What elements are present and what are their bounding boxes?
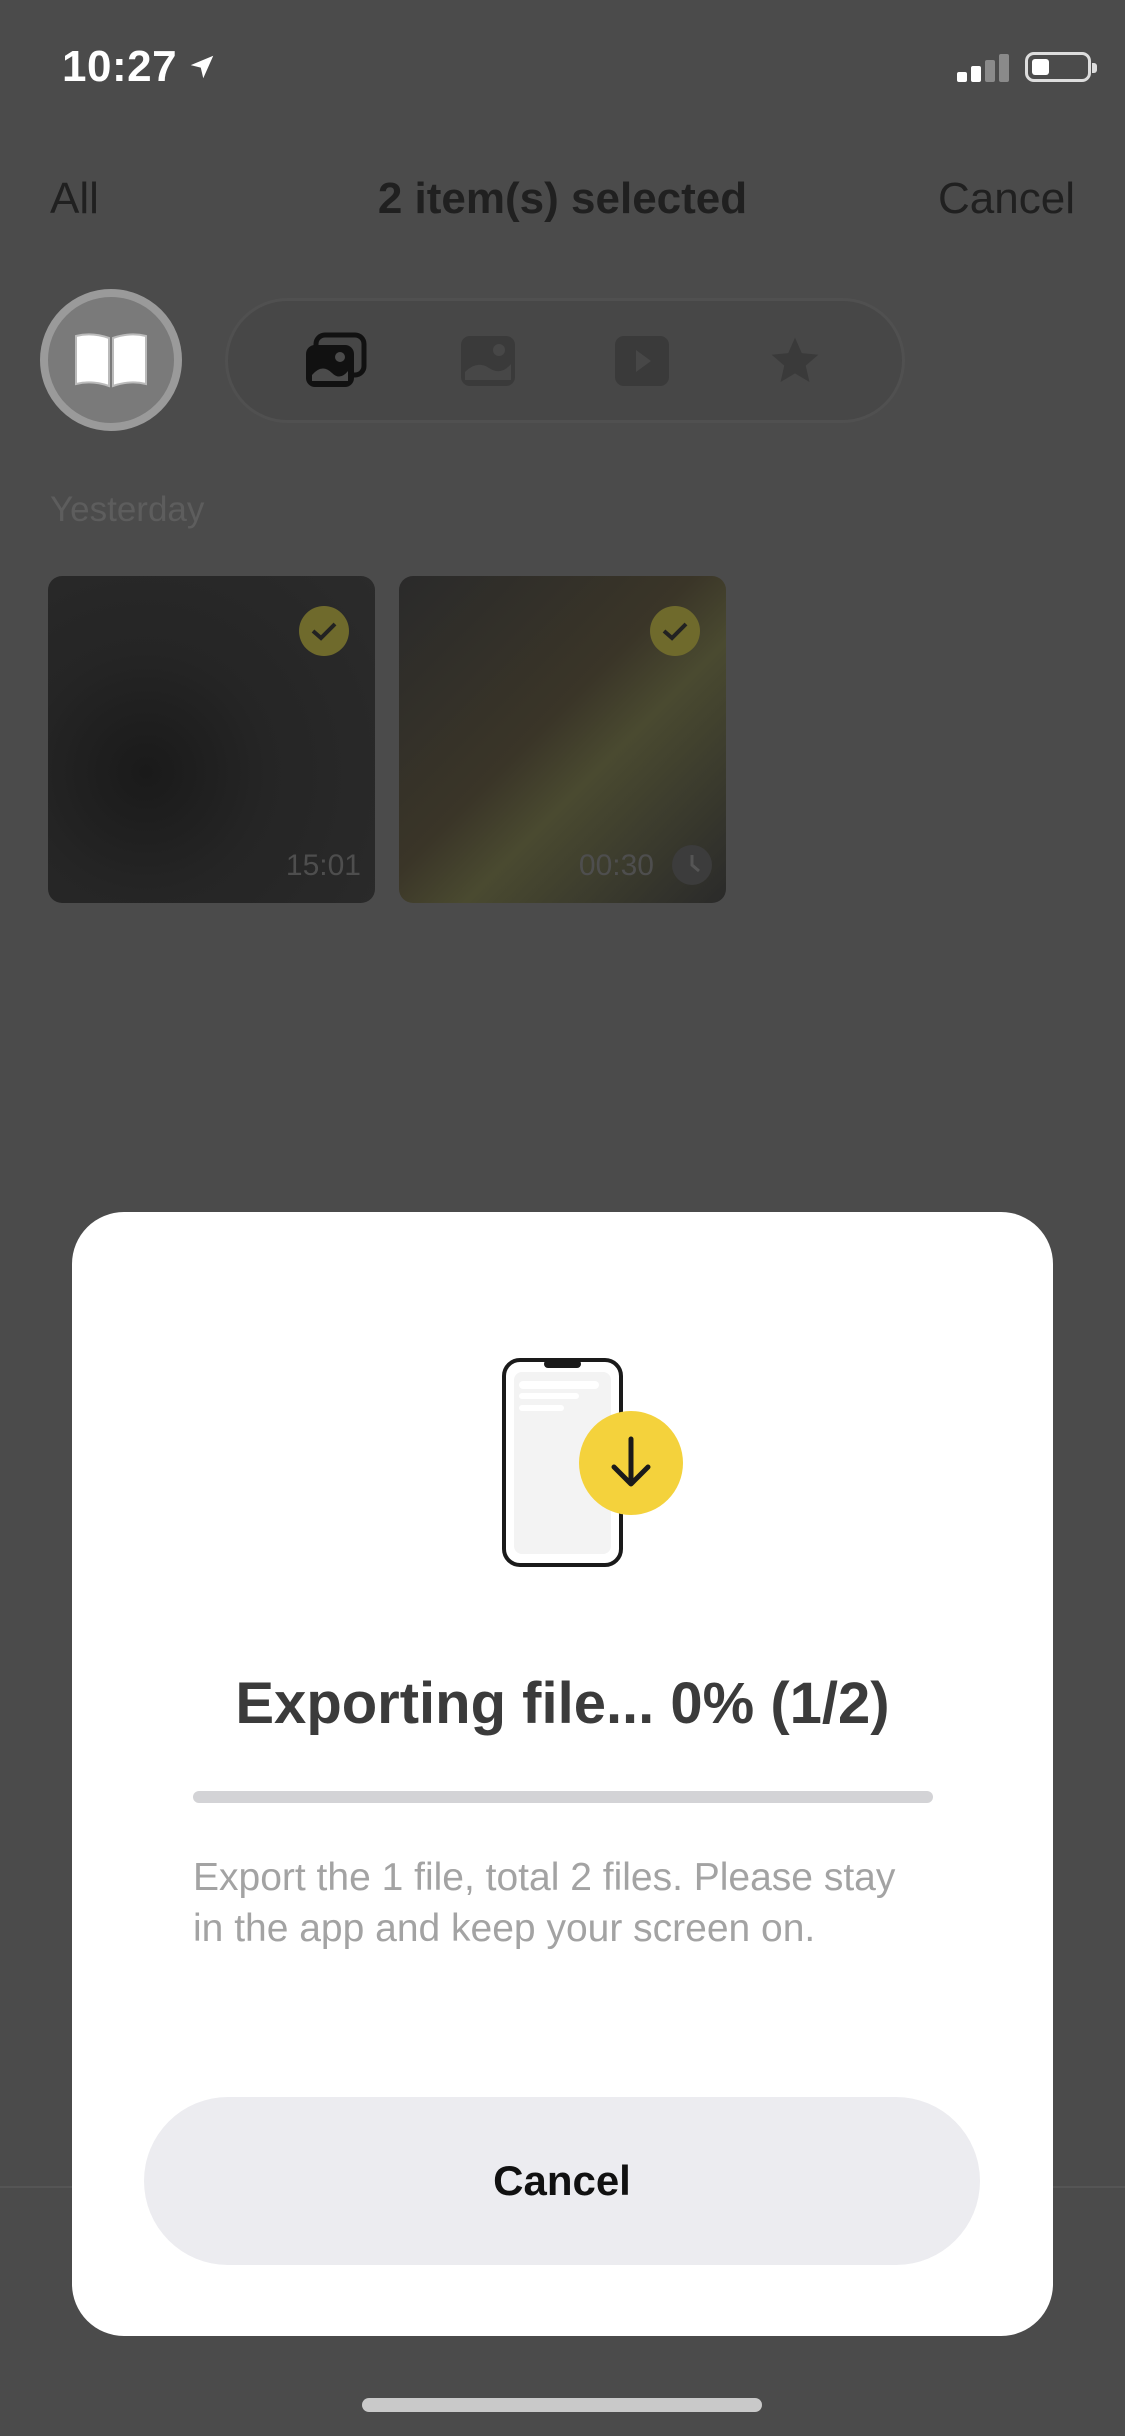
checkmark-icon[interactable] (650, 606, 700, 656)
home-indicator (362, 2398, 762, 2412)
filter-favorites[interactable] (755, 321, 835, 401)
video-icon (614, 335, 669, 386)
location-arrow-icon (190, 55, 214, 79)
media-thumbnail[interactable]: 15:01 (48, 576, 375, 903)
export-progress-bar (193, 1791, 933, 1803)
album-button[interactable] (40, 289, 182, 431)
thumbnail-duration: 15:01 (285, 849, 361, 882)
media-filter-bar (225, 298, 905, 423)
checkmark-icon[interactable] (299, 606, 349, 656)
export-message: Export the 1 file, total 2 files. Please… (193, 1856, 896, 1950)
section-date-label: Yesterday (50, 490, 205, 529)
export-cancel-button[interactable]: Cancel (144, 2097, 980, 2265)
image-icon (461, 335, 516, 386)
battery-icon (1025, 52, 1097, 82)
thumbnail-duration: 00:30 (578, 849, 654, 882)
star-icon (771, 337, 819, 382)
status-time: 10:27 (62, 42, 217, 92)
book-icon (75, 333, 147, 388)
status-time-text: 10:27 (62, 42, 178, 91)
filter-images[interactable] (448, 321, 528, 401)
nav-bar: 2 item(s) selected All Cancel (0, 170, 1125, 230)
media-thumbnail[interactable]: 00:30 (399, 576, 726, 903)
filter-all-media[interactable] (295, 321, 375, 401)
export-progress-dialog: Exporting file... 0% (1/2) Export the 1 … (72, 1212, 1053, 2336)
status-indicators (957, 52, 1097, 82)
nav-cancel-button[interactable]: Cancel (938, 174, 1075, 224)
export-title: Exporting file... 0% (1/2) (235, 1671, 890, 1736)
select-all-button[interactable]: All (50, 174, 99, 224)
signal-icon (957, 52, 1009, 82)
filter-videos[interactable] (602, 321, 682, 401)
phone-download-icon (502, 1358, 683, 1567)
photos-icon (305, 332, 367, 387)
clock-icon (672, 845, 712, 885)
